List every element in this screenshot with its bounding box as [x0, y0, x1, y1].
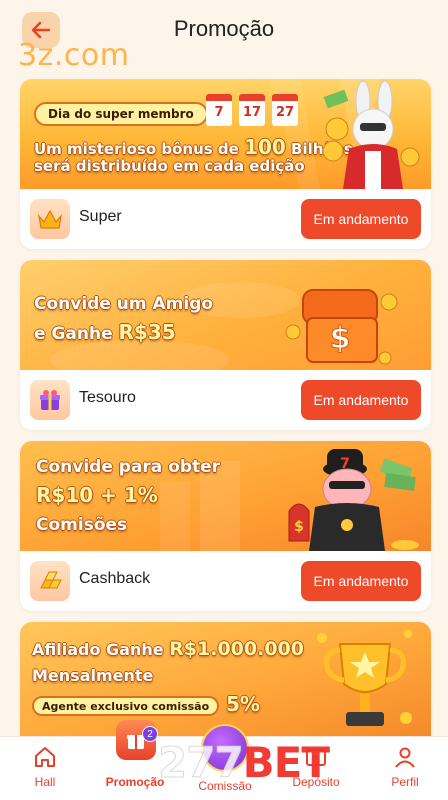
promo-banner-cashback[interactable]: Convide para obter R$10 + 1% Comisões 7 … [20, 441, 431, 551]
affiliate-line-2: Mensalmente [32, 666, 154, 685]
affiliate-line-1: Afiliado Ganhe R$1.000.000 [32, 638, 304, 660]
invite-line-2: e Ganhe R$35 [34, 320, 176, 344]
rabbit-mascot-illustration [322, 80, 420, 189]
super-bonus-line-2: será distribuído em cada edição [34, 157, 305, 175]
promo-count-badge: 2 [142, 726, 158, 742]
cashback-line-2: R$10 + 1% [36, 483, 158, 507]
super-bonus-line-1: Um misterioso bônus de 100 Bilhões [34, 135, 353, 159]
card-label-cashback: Cashback [79, 570, 151, 587]
affiliate-commission-value: 5% [226, 692, 260, 716]
user-icon [395, 747, 415, 768]
calendar-date-3: 27 [272, 94, 298, 126]
promo-banner-tesouro[interactable]: Convide um Amigo e Ganhe R$35 $ [20, 260, 431, 370]
status-button-tesouro[interactable]: Em andamento [301, 380, 421, 420]
calendar-date-2: 17 [239, 94, 265, 126]
nav-perfil[interactable]: Perfil [365, 737, 445, 800]
gold-bars-icon [30, 561, 70, 601]
pig-mascot-illustration: 7 $ [288, 449, 419, 551]
card-footer-cashback: Cashback Em andamento [20, 551, 431, 611]
watermark-logo: 277BET [158, 738, 331, 788]
cashback-line-1: Convide para obter [36, 457, 221, 477]
super-member-pill: Dia do super membro [34, 102, 208, 126]
gift-icon [30, 380, 70, 420]
affiliate-commission-pill: Agente exclusivo comissão [32, 696, 220, 716]
promo-banner-super[interactable]: Dia do super membro 7 17 27 Um misterios… [20, 79, 431, 189]
cashback-line-3: Comisões [36, 515, 128, 535]
card-label-super: Super [79, 208, 122, 225]
svg-text:$: $ [330, 321, 351, 356]
nav-label-hall: Hall [34, 775, 56, 789]
home-icon [35, 747, 55, 767]
crown-icon [30, 199, 70, 239]
header: Promoção 3z.com [0, 0, 448, 73]
promo-card-afiliado[interactable]: Afiliado Ganhe R$1.000.000 Mensalmente A… [20, 622, 431, 736]
status-button-super[interactable]: Em andamento [301, 199, 421, 239]
trophy-illustration [317, 630, 412, 726]
treasure-chest-illustration: $ [285, 289, 398, 365]
svg-text:$: $ [294, 519, 304, 535]
card-footer-tesouro: Tesouro Em andamento [20, 370, 431, 430]
card-label-tesouro: Tesouro [79, 389, 136, 406]
promo-card-super[interactable]: Dia do super membro 7 17 27 Um misterios… [20, 79, 431, 249]
promo-card-tesouro[interactable]: Convide um Amigo e Ganhe R$35 $ Tesouro … [20, 260, 431, 430]
site-logo-text: 3z.com [18, 38, 130, 73]
status-button-cashback[interactable]: Em andamento [301, 561, 421, 601]
nav-hall[interactable]: Hall [5, 737, 85, 800]
promo-banner-afiliado[interactable]: Afiliado Ganhe R$1.000.000 Mensalmente A… [20, 622, 431, 736]
promo-card-cashback[interactable]: Convide para obter R$10 + 1% Comisões 7 … [20, 441, 431, 611]
invite-line-1: Convide um Amigo [34, 294, 214, 314]
nav-label-perfil: Perfil [391, 775, 419, 789]
card-footer-super: Super Em andamento [20, 189, 431, 249]
calendar-date-1: 7 [206, 94, 232, 126]
